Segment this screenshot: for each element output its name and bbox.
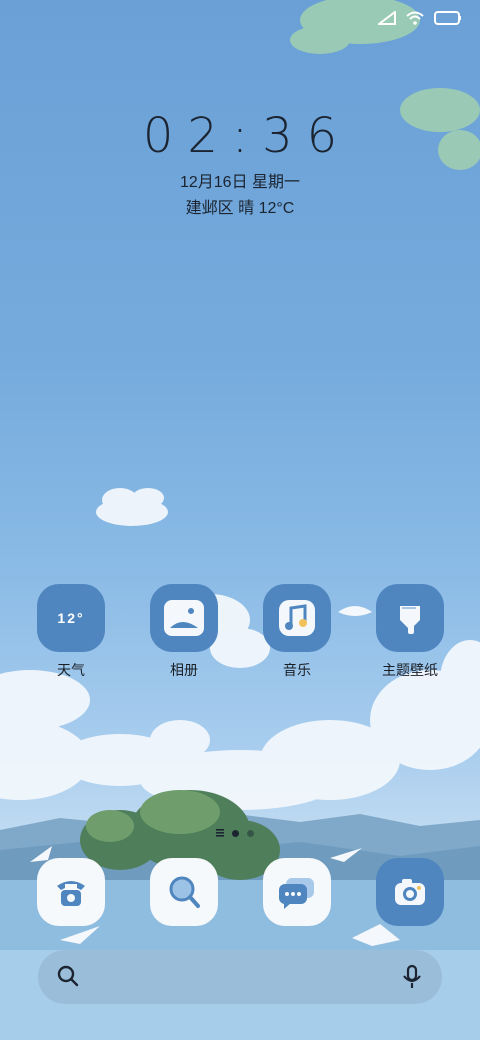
gallery-icon[interactable]: [150, 584, 218, 652]
weather-icon-temp: 12°: [57, 610, 85, 626]
camera-icon[interactable]: [376, 858, 444, 926]
app-label: 音乐: [283, 662, 311, 678]
magnifier-icon[interactable]: [150, 858, 218, 926]
lockscreen-time: 02:36: [142, 108, 352, 164]
app-gallery[interactable]: 相册: [139, 584, 229, 680]
page-dot-active: [232, 829, 239, 837]
signal-icon: [376, 9, 396, 30]
dock-camera[interactable]: [376, 858, 444, 926]
page-list-icon: [216, 824, 224, 842]
weather-icon[interactable]: 12°: [37, 584, 105, 652]
app-label: 天气: [57, 662, 85, 678]
search-icon[interactable]: [56, 964, 80, 993]
app-weather[interactable]: 12° 天气: [26, 584, 116, 680]
dock-browser[interactable]: [150, 858, 218, 926]
lockscreen-date: 12月16日 星期一: [179, 174, 301, 191]
paintbrush-icon[interactable]: [376, 584, 444, 652]
battery-icon: [434, 10, 462, 30]
app-themes[interactable]: 主题壁纸: [365, 584, 455, 680]
microphone-icon[interactable]: [402, 964, 422, 995]
dock-messages[interactable]: [263, 858, 331, 926]
lockscreen-weather: 建邺区 晴 12°C: [185, 200, 295, 217]
phone-icon[interactable]: [37, 858, 105, 926]
page-dot: [247, 829, 254, 837]
dock-phone[interactable]: [37, 858, 105, 926]
wifi-icon: [406, 11, 424, 30]
app-music[interactable]: 音乐: [252, 584, 342, 680]
search-bar[interactable]: [38, 950, 442, 1004]
app-label: 主题壁纸: [382, 662, 438, 678]
chat-icon[interactable]: [263, 858, 331, 926]
app-label: 相册: [170, 662, 198, 678]
page-indicator[interactable]: [216, 824, 254, 842]
music-icon[interactable]: [263, 584, 331, 652]
status-bar: [376, 8, 462, 32]
